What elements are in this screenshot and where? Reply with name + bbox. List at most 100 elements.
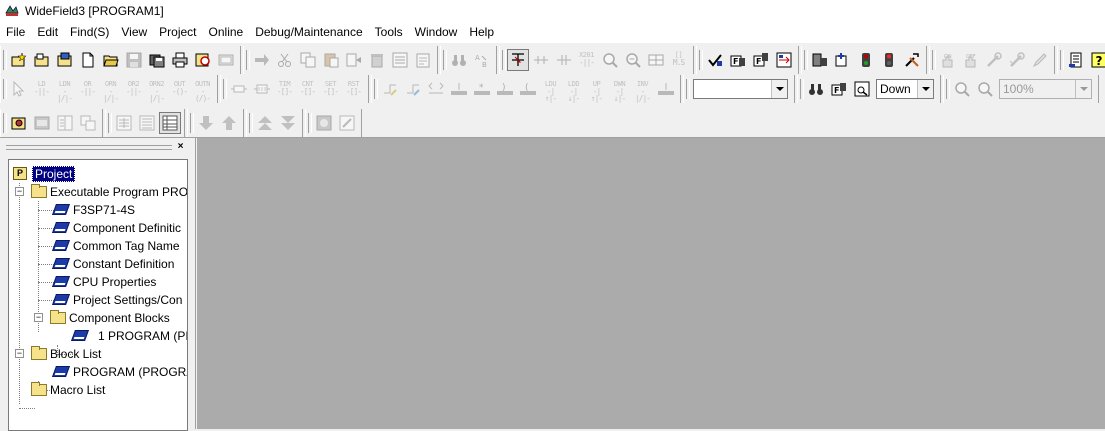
open-file-button[interactable]: [100, 49, 122, 71]
circuit-view-button[interactable]: [113, 112, 135, 134]
copy-button[interactable]: [297, 49, 319, 71]
pane-splitter[interactable]: [188, 138, 196, 429]
run-mode-button[interactable]: [855, 49, 877, 71]
tree-item-program[interactable]: PROGRAM (PROGRA: [54, 363, 188, 381]
program-list-button[interactable]: [1065, 49, 1087, 71]
outn-button[interactable]: OUTN-(/)-: [192, 78, 214, 100]
zoom-in-button[interactable]: [599, 49, 621, 71]
out-button[interactable]: OUT-()-: [169, 78, 191, 100]
orn-button[interactable]: ORN-|/|-: [100, 78, 122, 100]
forced-set-button[interactable]: [983, 49, 1005, 71]
widefield-app-icon[interactable]: [4, 3, 20, 19]
ldd-button[interactable]: LDD-|↓|-: [563, 78, 585, 100]
find-button[interactable]: [448, 49, 470, 71]
function-button[interactable]: [228, 78, 250, 100]
monitor-button[interactable]: [645, 49, 667, 71]
collapse-toggle[interactable]: −: [15, 349, 24, 358]
force-off-button[interactable]: OFF: [960, 49, 982, 71]
project-pane-header[interactable]: ×: [4, 142, 188, 154]
zoom-out-view-button[interactable]: [974, 78, 996, 100]
stop-mode-button[interactable]: [878, 49, 900, 71]
save-all-button[interactable]: [146, 49, 168, 71]
page-setup-button[interactable]: [215, 49, 237, 71]
comment-button[interactable]: [313, 112, 335, 134]
line-draw-button[interactable]: [379, 78, 401, 100]
jump-button[interactable]: [251, 49, 273, 71]
select-mode-button[interactable]: [507, 49, 529, 71]
search-text-combo[interactable]: [693, 79, 788, 99]
tim-button[interactable]: TIM-[]-: [274, 78, 296, 100]
print-preview-button[interactable]: [192, 49, 214, 71]
dash-line-button[interactable]: *: [471, 78, 493, 100]
menu-file[interactable]: File: [0, 22, 31, 42]
rst-button[interactable]: RST-[]-: [343, 78, 365, 100]
horizontal-line-button[interactable]: [448, 78, 470, 100]
inv-button[interactable]: INV-|/|-: [632, 78, 654, 100]
table-view-button[interactable]: [159, 112, 181, 134]
notepad-button[interactable]: [412, 49, 434, 71]
tree-item-component-blocks[interactable]: − Component Blocks: [34, 309, 170, 327]
set-button[interactable]: SET-[]-: [320, 78, 342, 100]
or-button[interactable]: OR-||-: [77, 78, 99, 100]
end-line-button[interactable]: [655, 78, 677, 100]
tree-item-cpu-properties[interactable]: CPU Properties: [54, 273, 156, 291]
save-file-button[interactable]: [123, 49, 145, 71]
insert-button[interactable]: [343, 49, 365, 71]
mnemonic-view-button[interactable]: [136, 112, 158, 134]
dwn-button[interactable]: DWN-|↓|-: [609, 78, 631, 100]
menu-help[interactable]: Help: [463, 22, 500, 42]
tag-edit-button[interactable]: [336, 112, 358, 134]
delete-button[interactable]: [366, 49, 388, 71]
tree-item-executable-program[interactable]: − Executable Program PRO: [15, 183, 188, 201]
tree-item-component-definition[interactable]: Component Definitic: [54, 219, 181, 237]
project-window-button[interactable]: [8, 112, 30, 134]
ld-button[interactable]: LD-||-: [31, 78, 53, 100]
menu-online[interactable]: Online: [203, 22, 250, 42]
save-project-button[interactable]: [54, 49, 76, 71]
up-button[interactable]: UP-|↑|-: [586, 78, 608, 100]
tree-item-project[interactable]: P Project: [13, 165, 75, 183]
move-down-button[interactable]: [195, 112, 217, 134]
search-online-button[interactable]: F: [828, 78, 850, 100]
jump-bottom-button[interactable]: [277, 112, 299, 134]
tree-item-macro-list[interactable]: Macro List: [31, 381, 105, 399]
tree-item-1-program[interactable]: 1 PROGRAM (PI: [73, 327, 188, 345]
compare-button[interactable]: [773, 49, 795, 71]
jump-top-button[interactable]: [254, 112, 276, 134]
zoom-in-view-button[interactable]: [951, 78, 973, 100]
chevron-down-icon[interactable]: [771, 80, 787, 98]
insert-column-button[interactable]: [553, 49, 575, 71]
search-direction-combo[interactable]: Down: [876, 79, 934, 99]
data-set-button[interactable]: [1029, 49, 1051, 71]
orn2-button[interactable]: ORN2-|/|-: [146, 78, 168, 100]
paste-button[interactable]: [320, 49, 342, 71]
collapse-toggle[interactable]: −: [15, 187, 24, 196]
left-paren-button[interactable]: (: [517, 78, 539, 100]
print-button[interactable]: [169, 49, 191, 71]
chevron-down-icon[interactable]: [917, 80, 933, 98]
insert-line-button[interactable]: [530, 49, 552, 71]
online-edit-button[interactable]: [809, 49, 831, 71]
open-project-button[interactable]: [31, 49, 53, 71]
tree-item-common-tag-name[interactable]: Common Tag Name: [54, 237, 180, 255]
menu-window[interactable]: Window: [409, 22, 464, 42]
tree-item-block-list[interactable]: − Block List: [15, 345, 101, 363]
replace-button[interactable]: AB: [471, 49, 493, 71]
tree-item-constant-definition[interactable]: Constant Definition: [54, 255, 174, 273]
mc-button[interactable]: [425, 78, 447, 100]
menu-debug-maintenance[interactable]: Debug/Maintenance: [249, 22, 368, 42]
menu-project[interactable]: Project: [153, 22, 202, 42]
menu-find[interactable]: Find(S): [64, 22, 115, 42]
chevron-down-icon[interactable]: [1075, 80, 1091, 98]
menu-tools[interactable]: Tools: [369, 22, 409, 42]
cut-button[interactable]: [274, 49, 296, 71]
check-button[interactable]: [704, 49, 726, 71]
search-window-button[interactable]: [851, 78, 873, 100]
right-paren-button[interactable]: ): [494, 78, 516, 100]
pane-grip[interactable]: [6, 145, 172, 150]
tree-item-project-settings[interactable]: Project Settings/Con: [54, 291, 182, 309]
zoom-out-button[interactable]: [622, 49, 644, 71]
x201-button[interactable]: X201-||-: [576, 49, 598, 71]
or2-button[interactable]: OR2-||-: [123, 78, 145, 100]
zoom-combo[interactable]: 100%: [999, 79, 1092, 99]
